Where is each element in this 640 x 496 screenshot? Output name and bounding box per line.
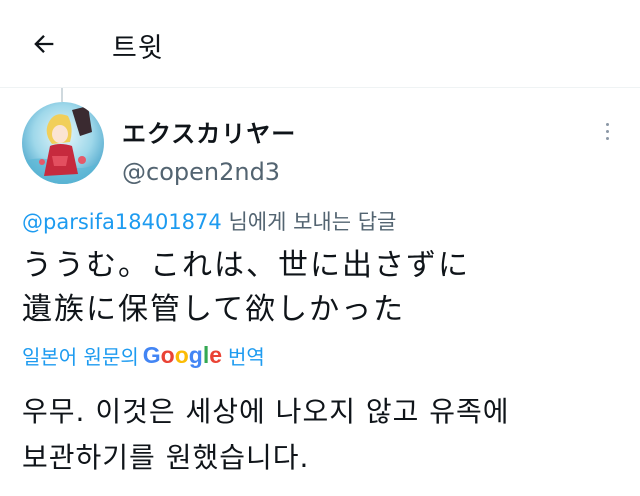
- arrow-left-icon: [34, 35, 54, 53]
- more-button[interactable]: [596, 118, 618, 144]
- translated-text: 우무. 이것은 세상에 나오지 않고 유족에 보관하기를 원했습니다.: [22, 389, 510, 481]
- back-button[interactable]: [28, 28, 60, 60]
- translation-label[interactable]: 일본어 원문의 Google 번역: [22, 341, 265, 370]
- translation-prefix: 일본어 원문의: [22, 345, 139, 369]
- reply-context: @parsifa18401874 님에게 보내는 답글: [22, 206, 396, 236]
- author-display-name[interactable]: エクスカリヤー: [122, 114, 296, 149]
- translated-line: 우무. 이것은 세상에 나오지 않고 유족에: [22, 395, 510, 428]
- header-divider: [0, 87, 640, 88]
- avatar-image: [22, 102, 104, 184]
- top-bar: 트윗: [0, 0, 640, 88]
- more-vertical-icon: [605, 122, 609, 126]
- tweet-line: 遺族に保管して欲しかった: [22, 292, 406, 327]
- tweet-line: ううむ。これは、世に出さずに: [22, 248, 470, 283]
- author-handle[interactable]: @copen2nd3: [122, 158, 280, 186]
- page-title: 트윗: [112, 33, 164, 64]
- thread-connector-line: [61, 88, 63, 102]
- google-logo: Google: [142, 342, 223, 368]
- reply-suffix: 님에게 보내는 답글: [221, 210, 397, 234]
- mention-link[interactable]: @parsifa18401874: [22, 210, 222, 234]
- avatar[interactable]: [22, 102, 104, 184]
- translated-line: 보관하기를 원했습니다.: [22, 441, 310, 474]
- tweet-text: ううむ。これは、世に出さずに 遺族に保管して欲しかった: [22, 244, 470, 332]
- translation-suffix: 번역: [228, 345, 265, 369]
